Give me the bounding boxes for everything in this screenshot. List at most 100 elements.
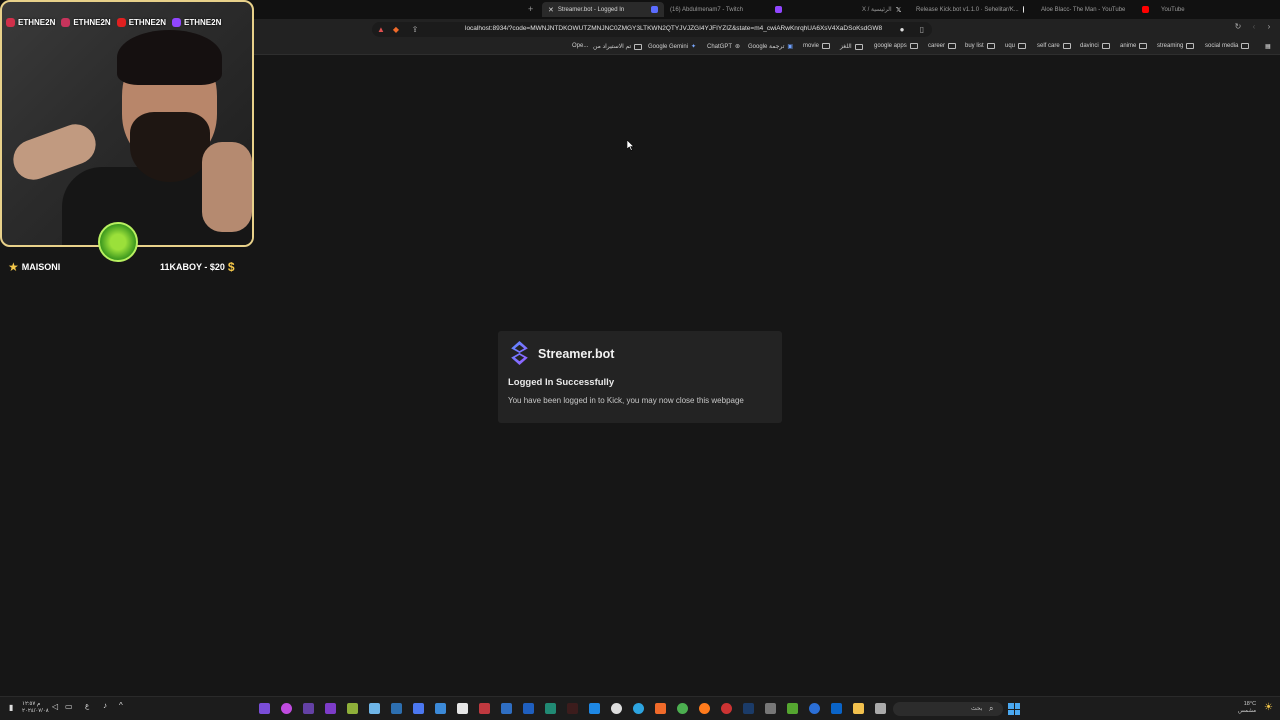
app-icon[interactable] bbox=[259, 703, 270, 714]
excel-app-icon[interactable] bbox=[545, 703, 556, 714]
steam-app-icon[interactable] bbox=[743, 703, 754, 714]
language-icon[interactable]: ع bbox=[85, 702, 89, 710]
tab-label: (16) Abdulmenam7 - Twitch bbox=[670, 6, 743, 13]
bookmark-uqu[interactable]: uqu bbox=[1005, 43, 1027, 49]
dollar-icon: $ bbox=[227, 260, 235, 274]
windows-start-icon[interactable] bbox=[1008, 703, 1020, 715]
app-icon[interactable] bbox=[589, 703, 600, 714]
streamerbot-app-icon[interactable] bbox=[413, 703, 424, 714]
overlay-social-name: ETHNE2N bbox=[6, 18, 55, 27]
webcam-arm bbox=[202, 142, 252, 232]
bookmark-anime[interactable]: anime bbox=[1120, 43, 1148, 49]
app-icon[interactable] bbox=[435, 703, 446, 714]
bookmark-social-media[interactable]: social media bbox=[1205, 43, 1250, 49]
translate-icon: ▣ bbox=[787, 44, 794, 50]
bookmark-streaming[interactable]: streaming bbox=[1157, 43, 1195, 49]
app-icon[interactable] bbox=[501, 703, 512, 714]
app-icon[interactable] bbox=[347, 703, 358, 714]
tab-label: Release Kick.bot v1.1.0 · Sehelitar/K... bbox=[916, 6, 1019, 13]
tab-github[interactable]: Release Kick.bot v1.1.0 · Sehelitar/K... bbox=[910, 2, 1030, 17]
bookmark-ope[interactable]: Ope... bbox=[572, 43, 588, 49]
file-explorer-icon[interactable] bbox=[853, 703, 864, 714]
bookmark-google-apps[interactable]: google apps bbox=[874, 43, 918, 49]
tab-twitch[interactable]: (16) Abdulmenam7 - Twitch bbox=[664, 2, 788, 17]
bookmark-gemini[interactable]: Google Gemini ✦ bbox=[648, 43, 696, 51]
overlay-social-name: ETHNE2N bbox=[61, 18, 111, 27]
app-icon[interactable] bbox=[479, 703, 490, 714]
weather-widget[interactable]: 18°C مشمس bbox=[1238, 701, 1256, 715]
vpn-icon[interactable]: ● bbox=[897, 25, 907, 35]
bookmark-movie[interactable]: movie bbox=[803, 43, 831, 49]
star-icon: ★ bbox=[8, 260, 19, 274]
close-icon[interactable]: ✕ bbox=[548, 6, 554, 14]
bookmark-career[interactable]: career bbox=[928, 43, 957, 49]
app-icon[interactable] bbox=[391, 703, 402, 714]
taskbar-search[interactable]: بحث ⌕ bbox=[893, 702, 1003, 716]
chevron-up-icon[interactable]: ^ bbox=[119, 701, 123, 710]
apps-grid-icon[interactable]: ▦ bbox=[1265, 43, 1271, 50]
twitch-icon bbox=[775, 6, 782, 13]
folder-icon bbox=[1062, 43, 1071, 49]
weather-icon: ☀ bbox=[1264, 702, 1273, 713]
share-icon[interactable]: ⇪ bbox=[410, 25, 420, 35]
overlay-donation: 11KABOY - $20 $ bbox=[160, 260, 235, 274]
streamerbot-logo-icon bbox=[511, 341, 528, 365]
app-icon[interactable] bbox=[765, 703, 776, 714]
url-text: localhost:8934/?code=MWNJNTDKOWUTZMNJNC0… bbox=[465, 25, 883, 32]
tab-x[interactable]: X / الرئيسية 𝕏 bbox=[856, 2, 906, 17]
tab-youtube[interactable]: YouTube bbox=[1155, 2, 1225, 17]
bookmark-buy-list[interactable]: buy list bbox=[965, 43, 995, 49]
back-icon[interactable]: ‹ bbox=[1249, 22, 1259, 32]
app-icon[interactable] bbox=[875, 703, 886, 714]
forward-icon[interactable]: › bbox=[1264, 22, 1274, 32]
app-icon[interactable] bbox=[721, 703, 732, 714]
volume-icon[interactable]: ◁ bbox=[52, 702, 58, 711]
warning-icon[interactable]: ▲ bbox=[376, 25, 386, 35]
clock[interactable]: م ١٢:٥٧ ٢٠٢٤/٠٧/٠٨ bbox=[22, 701, 49, 715]
webcam-hair bbox=[117, 30, 222, 85]
telegram-app-icon[interactable] bbox=[633, 703, 644, 714]
network-icon[interactable]: ▭ bbox=[65, 702, 73, 711]
microphone-icon[interactable]: ♪ bbox=[103, 701, 107, 710]
card-message: You have been logged in to Kick, you may… bbox=[508, 396, 744, 405]
reload-icon[interactable]: ↻ bbox=[1233, 22, 1243, 32]
youtube-icon bbox=[1142, 6, 1149, 13]
overlay-social-names: ETHNE2N ETHNE2N ETHNE2N ETHNE2N bbox=[6, 18, 221, 27]
firefox-app-icon[interactable] bbox=[699, 703, 710, 714]
app-icon[interactable] bbox=[325, 703, 336, 714]
twitch-icon bbox=[172, 18, 182, 27]
notepad-app-icon[interactable] bbox=[457, 703, 468, 714]
new-tab-button[interactable]: + bbox=[528, 4, 533, 14]
tab-streamer-bot[interactable]: ✕ Streamer.bot - Logged In bbox=[542, 2, 664, 17]
app-icon[interactable] bbox=[281, 703, 292, 714]
bookmark-chatgpt[interactable]: ChatGPT ⊛ bbox=[707, 43, 740, 51]
bookmark-davinci[interactable]: davinci bbox=[1080, 43, 1110, 49]
app-icon[interactable] bbox=[523, 703, 534, 714]
minecraft-app-icon[interactable] bbox=[787, 703, 798, 714]
brave-app-icon[interactable] bbox=[655, 703, 666, 714]
bookmark-self-care[interactable]: self care bbox=[1037, 43, 1071, 49]
illustrator-app-icon[interactable] bbox=[567, 703, 578, 714]
bookmark-imported[interactable]: تم الاستيراد من bbox=[593, 43, 643, 50]
bookmark-puzzle[interactable]: اللغز bbox=[840, 43, 863, 50]
brave-shield-icon[interactable]: ◆ bbox=[391, 25, 401, 35]
outlook-app-icon[interactable] bbox=[831, 703, 842, 714]
bookmark-translate[interactable]: Google ترجمة ▣ bbox=[748, 43, 793, 50]
tab-label: Aloe Blacc- The Man - YouTube bbox=[1041, 6, 1126, 13]
folder-icon bbox=[1018, 43, 1027, 49]
tab-youtube-song[interactable]: Aloe Blacc- The Man - YouTube bbox=[1035, 2, 1155, 17]
kick-badge-icon bbox=[98, 222, 138, 262]
chrome-app-icon[interactable] bbox=[677, 703, 688, 714]
notification-icon[interactable]: ▮ bbox=[9, 703, 13, 712]
twitch-app-icon[interactable] bbox=[303, 703, 314, 714]
overlay-follower: ★ MAISONI bbox=[8, 260, 61, 274]
folder-icon bbox=[1186, 43, 1195, 49]
app-icon[interactable] bbox=[809, 703, 820, 714]
bookmark-icon[interactable]: ▯ bbox=[917, 25, 927, 35]
folder-icon bbox=[948, 43, 957, 49]
address-bar[interactable]: ▲ ◆ ⇪ localhost:8934/?code=MWNJNTDKOWUTZ… bbox=[372, 22, 932, 37]
app-icon[interactable] bbox=[369, 703, 380, 714]
obs-app-icon[interactable] bbox=[611, 703, 622, 714]
webcam-overlay: ETHNE2N ETHNE2N ETHNE2N ETHNE2N bbox=[0, 0, 254, 247]
instagram-icon bbox=[6, 18, 15, 27]
